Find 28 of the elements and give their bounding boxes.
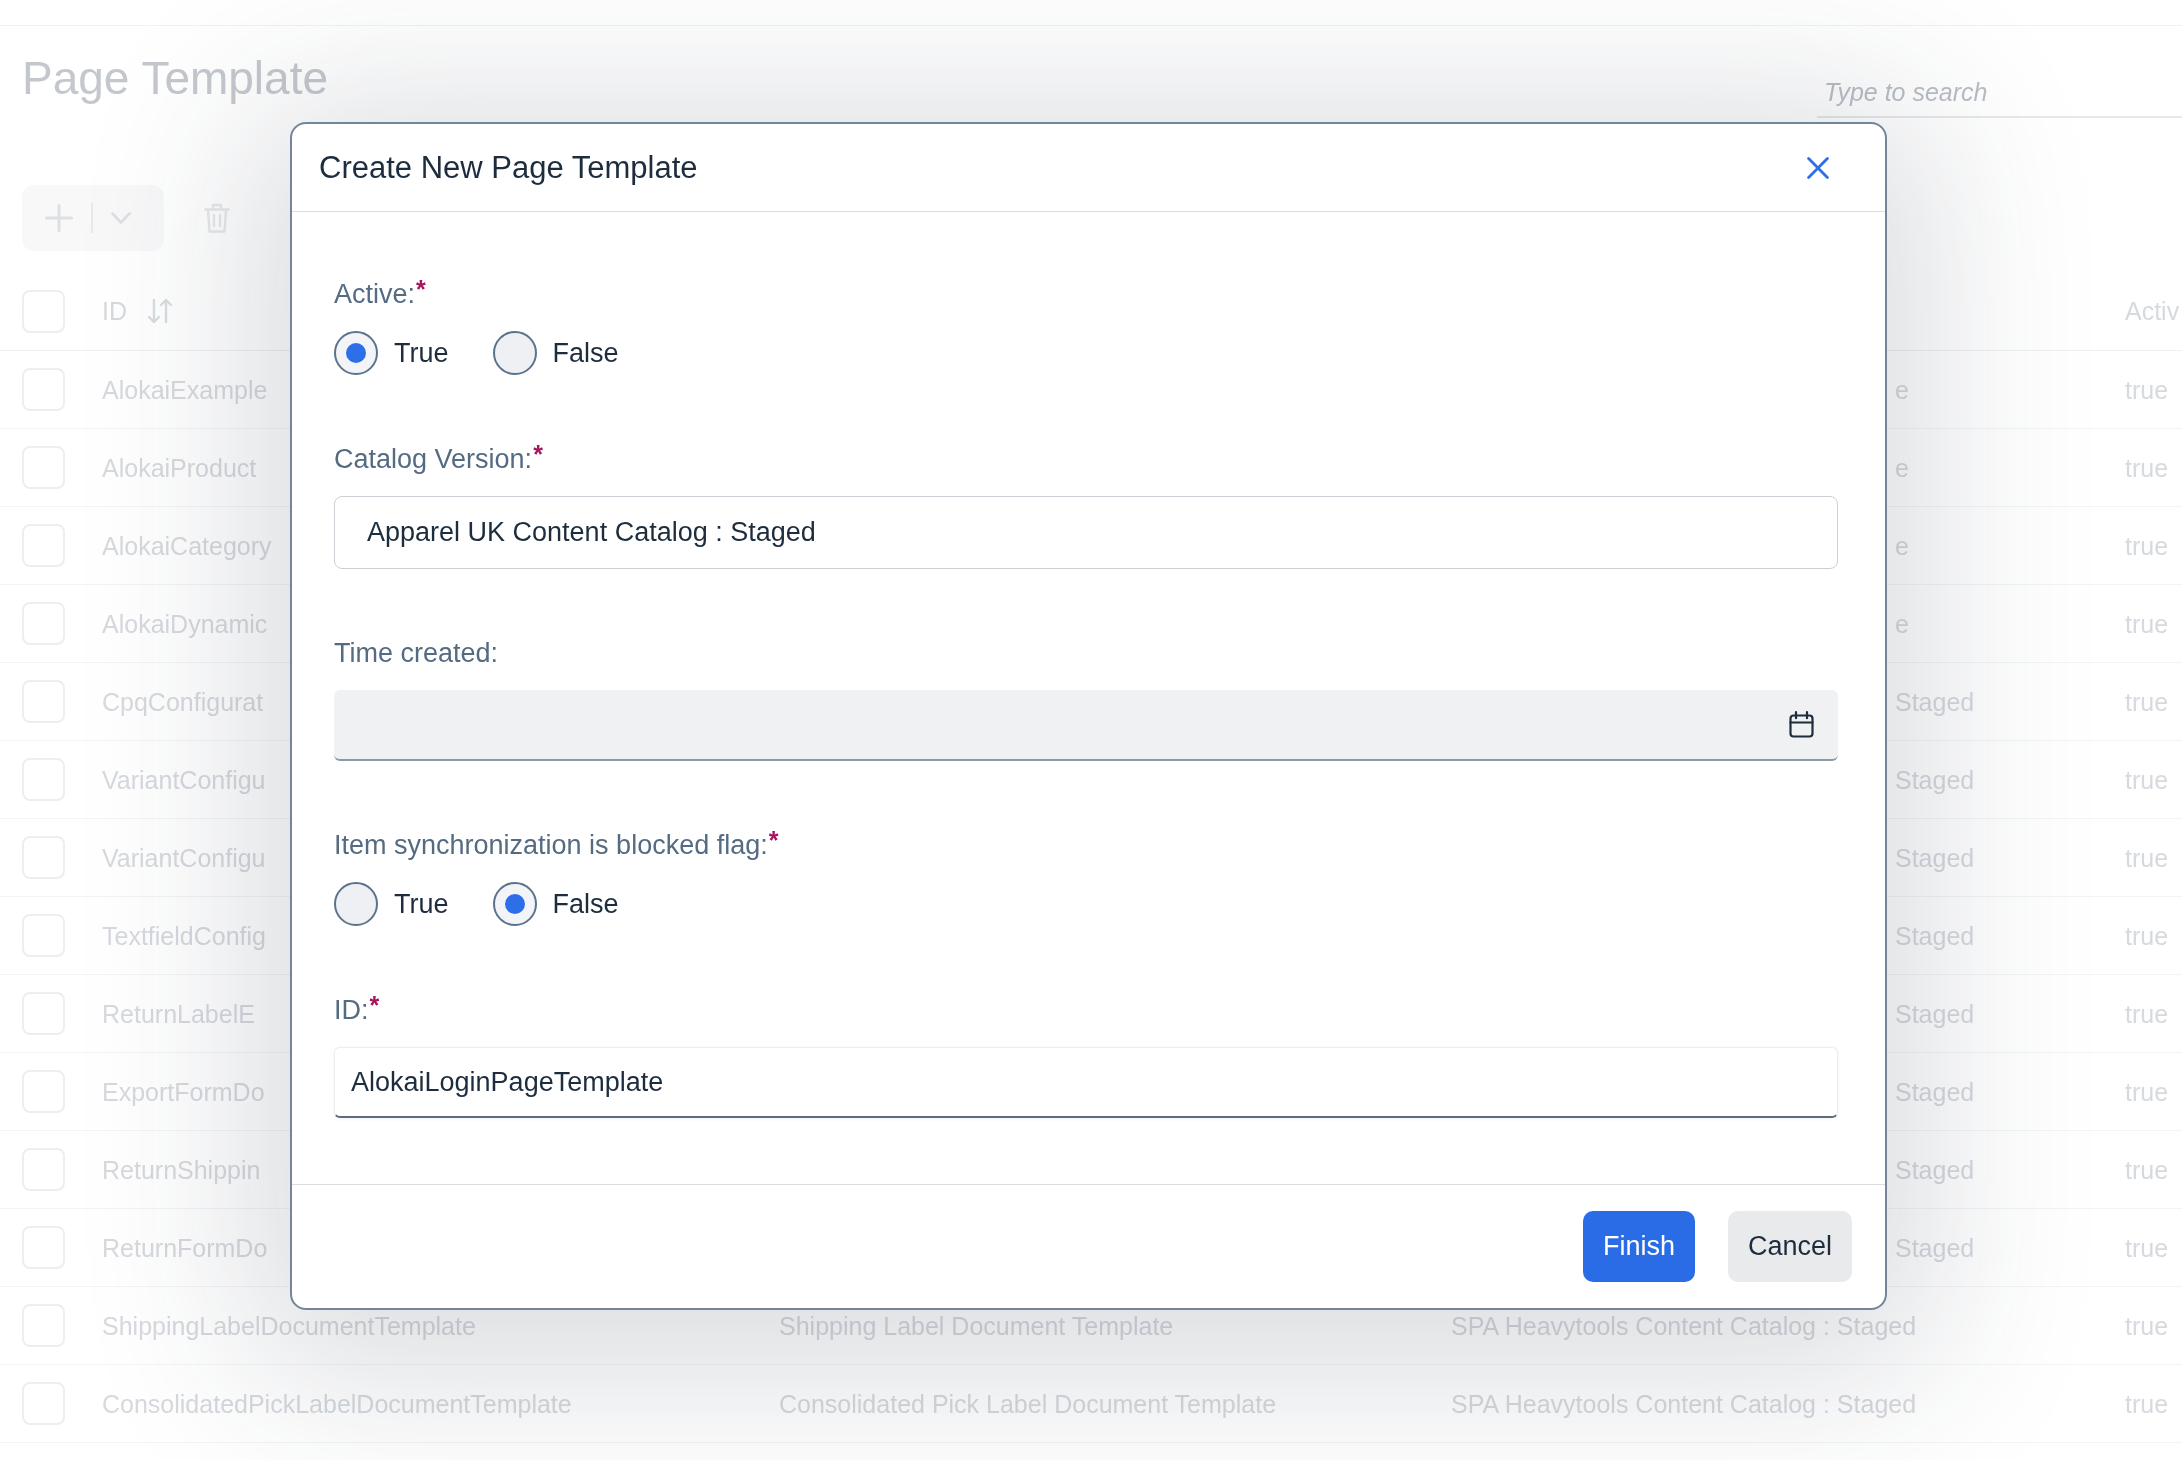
sort-icon[interactable]	[147, 298, 173, 324]
radio-label[interactable]: True	[394, 337, 449, 369]
radio-button[interactable]	[492, 882, 537, 926]
radio-label[interactable]: True	[394, 888, 449, 920]
split-button[interactable]	[22, 185, 164, 251]
date-field[interactable]	[334, 690, 1838, 761]
input-field[interactable]: Apparel UK Content Catalog : Staged	[334, 496, 1838, 569]
plus-icon[interactable]	[45, 204, 73, 232]
input-field[interactable]: AlokaiLoginPageTemplate	[334, 1047, 1838, 1118]
trash-icon[interactable]	[204, 203, 230, 233]
field-label: Item synchronization is blocked flag:*	[334, 827, 779, 862]
cancel-button[interactable]: Cancel	[1727, 1211, 1852, 1282]
field-label: ID:*	[334, 992, 380, 1027]
field-label: Active:*	[334, 276, 426, 311]
dialog-title: Create New Page Template	[319, 149, 698, 186]
page-title: Page Template	[22, 51, 329, 106]
calendar-icon[interactable]	[1789, 711, 1814, 738]
radio-button[interactable]	[334, 331, 378, 375]
close-icon[interactable]	[1807, 156, 1829, 179]
field-label: Time created:	[334, 637, 499, 670]
radio-button[interactable]	[334, 882, 378, 926]
chevron-down-icon[interactable]	[111, 212, 131, 224]
radio-button[interactable]	[492, 331, 537, 375]
radio-label[interactable]: False	[552, 337, 619, 369]
finish-button[interactable]: Finish	[1582, 1211, 1695, 1282]
radio-label[interactable]: False	[552, 888, 619, 920]
search-field[interactable]: Type to search	[1817, 68, 2182, 118]
field-label: Catalog Version:*	[334, 441, 543, 476]
